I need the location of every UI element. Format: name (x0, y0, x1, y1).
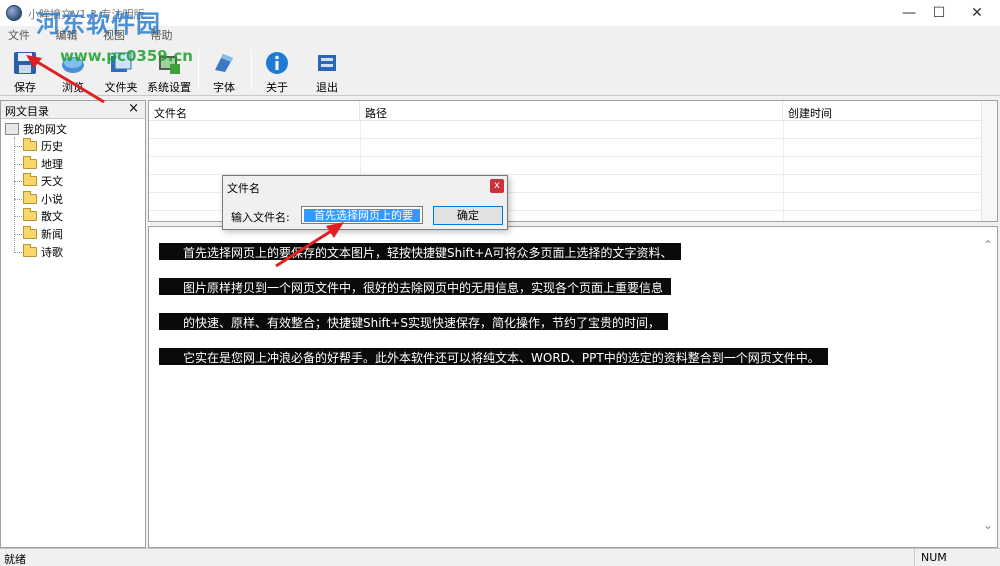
tree-item-label: 小说 (41, 193, 63, 206)
filename-dialog: 文件名 x 输入文件名: 首先选择网页上的要 确定 (222, 175, 508, 230)
tree-item-novel[interactable]: 小说 (23, 191, 63, 207)
table-row[interactable] (149, 121, 982, 139)
tree-connector (14, 137, 15, 253)
tree-item-news[interactable]: 新闻 (23, 226, 63, 242)
content-line: 的快速、原样、有效整合；快捷键Shift+S实现快速保存，简化操作，节约了宝贵的… (159, 313, 668, 330)
scroll-up-icon[interactable]: ⌃ (982, 239, 994, 251)
content-scrollbar[interactable]: ⌃ ⌄ (979, 227, 997, 547)
exit-icon (318, 55, 336, 71)
folder-icon (23, 191, 37, 204)
content-line: 它实在是您网上冲浪必备的好帮手。此外本软件还可以将纯文本、WORD、PPT中的选… (159, 348, 828, 365)
dialog-close-button[interactable]: x (490, 179, 504, 193)
folder-icon (23, 138, 37, 151)
tree-root-node[interactable]: 我的网文 (5, 121, 67, 137)
tree-connector (14, 234, 22, 235)
tree-connector (14, 216, 22, 217)
directory-tree-panel: 网文目录 × 我的网文 历史 地理 天文 小说 散文 新闻 诗歌 (0, 100, 146, 548)
tree-item-prose[interactable]: 散文 (23, 208, 63, 224)
exit-button-label: 退出 (316, 81, 338, 94)
app-icon (6, 5, 22, 21)
close-button[interactable]: ✕ (954, 0, 1000, 26)
folder-icon (23, 156, 37, 169)
file-list-header: 文件名 路径 创建时间 (149, 101, 982, 121)
info-icon (266, 52, 288, 74)
tree-connector (14, 164, 22, 165)
folder-icon (23, 208, 37, 221)
status-bar: 就绪 NUM (0, 548, 1000, 566)
column-header-created-time[interactable]: 创建时间 (783, 101, 982, 121)
toolbar-separator (198, 50, 199, 90)
tree-connector (14, 181, 22, 182)
toolbar-separator (251, 50, 252, 90)
tree-item-label: 诗歌 (41, 246, 63, 259)
column-header-path[interactable]: 路径 (360, 101, 783, 121)
settings-button-label: 系统设置 (147, 81, 191, 94)
num-lock-indicator: NUM (914, 549, 984, 566)
tree-item-label: 地理 (41, 158, 63, 171)
font-icon (215, 54, 233, 72)
table-row[interactable] (149, 139, 982, 157)
column-header-filename[interactable]: 文件名 (149, 101, 360, 121)
annotation-arrow (26, 55, 105, 104)
dialog-title: 文件名 (227, 182, 260, 195)
tree-root-label: 我的网文 (23, 123, 67, 136)
table-row[interactable] (149, 157, 982, 175)
tree-connector (14, 199, 22, 200)
about-button-label: 关于 (266, 81, 288, 94)
folder-icon (23, 244, 37, 257)
tree-item-label: 历史 (41, 140, 63, 153)
folder-icon (23, 226, 37, 239)
tree-item-label: 新闻 (41, 228, 63, 241)
open-folder-icon (23, 173, 37, 186)
menu-bar: 文件 编辑 视图 帮助 (8, 27, 195, 43)
annotation-arrow (275, 222, 344, 268)
status-text: 就绪 (4, 553, 26, 566)
menu-item-edit[interactable]: 编辑 (56, 29, 78, 42)
content-viewer[interactable]: 首先选择网页上的要保存的文本图片，轻按快捷键Shift+A可将众多页面上选择的文… (148, 226, 998, 548)
menu-item-help[interactable]: 帮助 (151, 29, 173, 42)
tree-item-poetry[interactable]: 诗歌 (23, 244, 63, 260)
about-button[interactable]: 关于 (254, 48, 300, 94)
tree-item-astronomy[interactable]: 天文 (23, 173, 63, 189)
toolbar: 保存 浏览 文件夹 系统设置 字体 关于 退出 www.pc0359.cn (0, 44, 1000, 96)
tree-panel-close-button[interactable]: × (128, 101, 139, 116)
title-bar: 小眸摘文V1.3 专注明版 河东软件园 — ☐ ✕ (0, 0, 1000, 38)
content-line: 图片原样拷贝到一个网页文件中，很好的去除网页中的无用信息，实现各个页面上重要信息 (159, 278, 672, 295)
content-line: 首先选择网页上的要保存的文本图片，轻按快捷键Shift+A可将众多页面上选择的文… (159, 243, 681, 260)
tree-item-history[interactable]: 历史 (23, 138, 63, 154)
font-button[interactable]: 字体 (201, 48, 247, 94)
menu-item-file[interactable]: 文件 (8, 29, 30, 42)
tree-item-label: 天文 (41, 175, 63, 188)
computer-icon (5, 123, 19, 135)
tree-connector (14, 252, 22, 253)
font-button-label: 字体 (213, 81, 235, 94)
scroll-down-icon[interactable]: ⌄ (982, 519, 994, 531)
exit-button[interactable]: 退出 (304, 48, 350, 94)
file-list-scrollbar[interactable] (981, 101, 997, 221)
tree-item-label: 散文 (41, 210, 63, 223)
tree-item-geography[interactable]: 地理 (23, 156, 63, 172)
menu-item-view[interactable]: 视图 (103, 29, 125, 42)
confirm-button[interactable]: 确定 (433, 206, 503, 225)
tree-connector (14, 146, 22, 147)
